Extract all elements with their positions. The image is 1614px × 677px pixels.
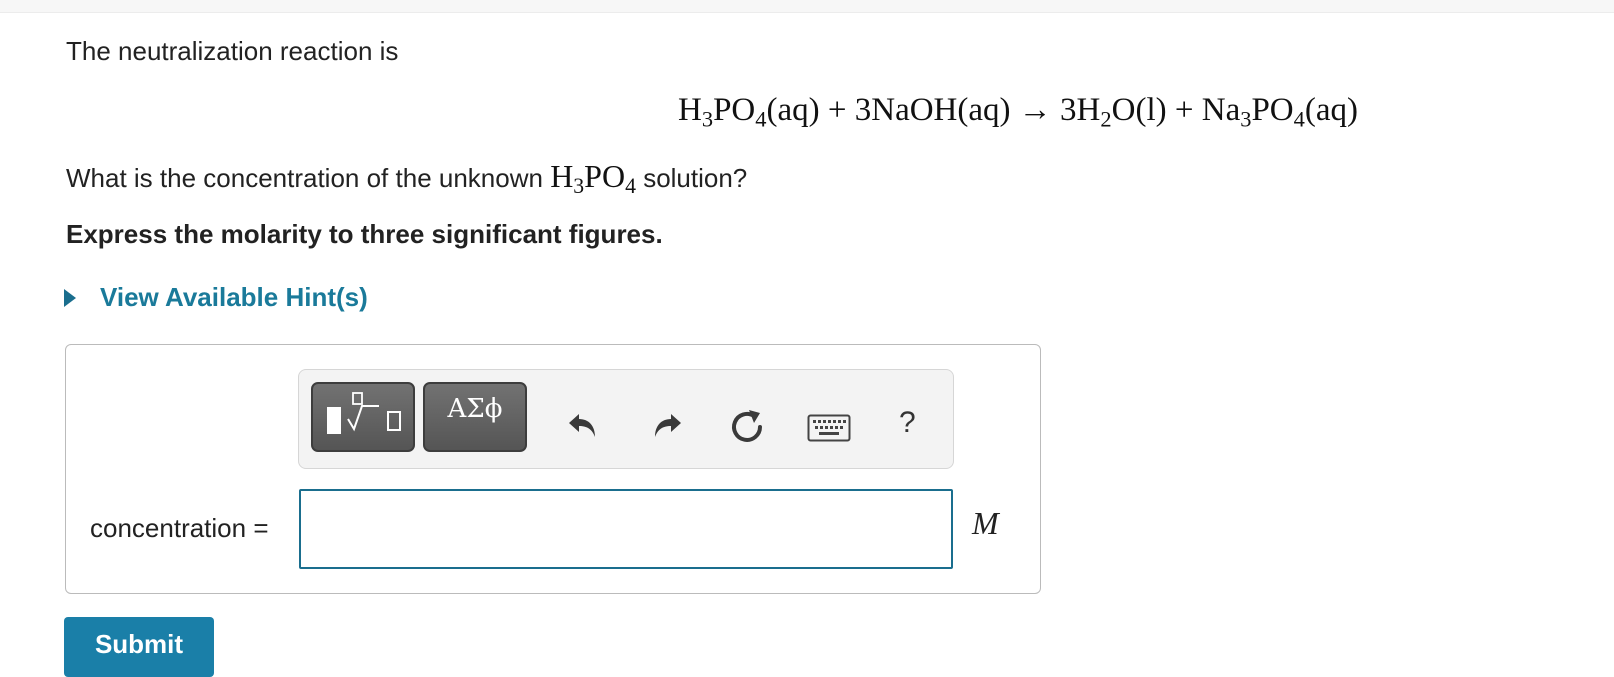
redo-icon[interactable] (649, 406, 685, 442)
expand-triangle-icon (64, 288, 76, 307)
top-bar (0, 0, 1614, 13)
answer-panel: ΑΣϕ ? concentration = M (65, 344, 1041, 594)
product-na3po4: Na3PO4(aq) (1201, 92, 1358, 132)
reactant-h3po4: H3PO4(aq) (678, 92, 820, 132)
question-formula: H3PO4 (550, 158, 636, 199)
plus-sign: + (1174, 92, 1194, 128)
reactant-naoh: 3NaOH(aq) (854, 92, 1011, 128)
plus-sign: + (827, 92, 847, 128)
templates-button[interactable] (311, 382, 415, 452)
view-hints-link[interactable]: View Available Hint(s) (64, 282, 368, 313)
reset-icon[interactable] (727, 406, 767, 446)
unit-label: M (972, 505, 999, 541)
reaction-arrow: → (1018, 92, 1052, 128)
help-button[interactable]: ? (899, 406, 916, 440)
question-text: What is the concentration of the unknown… (66, 158, 748, 199)
submit-button[interactable]: Submit (64, 617, 214, 677)
symbols-button[interactable]: ΑΣϕ (423, 382, 527, 452)
concentration-label: concentration = (90, 513, 269, 543)
fraction-root-template-icon (327, 392, 401, 434)
math-toolbar: ΑΣϕ ? (298, 369, 954, 469)
intro-text: The neutralization reaction is (66, 36, 399, 66)
keyboard-icon[interactable] (807, 414, 851, 442)
greek-symbols-label: ΑΣϕ (447, 394, 503, 424)
concentration-input[interactable] (299, 489, 953, 569)
product-water: 3H2O(l) (1060, 92, 1167, 132)
instruction-text: Express the molarity to three significan… (66, 219, 663, 249)
view-hints-label: View Available Hint(s) (100, 282, 368, 312)
chemical-equation: H3PO4(aq) + 3NaOH(aq) → 3H2O(l) + Na3PO4… (0, 92, 1614, 132)
undo-icon[interactable] (565, 406, 601, 442)
